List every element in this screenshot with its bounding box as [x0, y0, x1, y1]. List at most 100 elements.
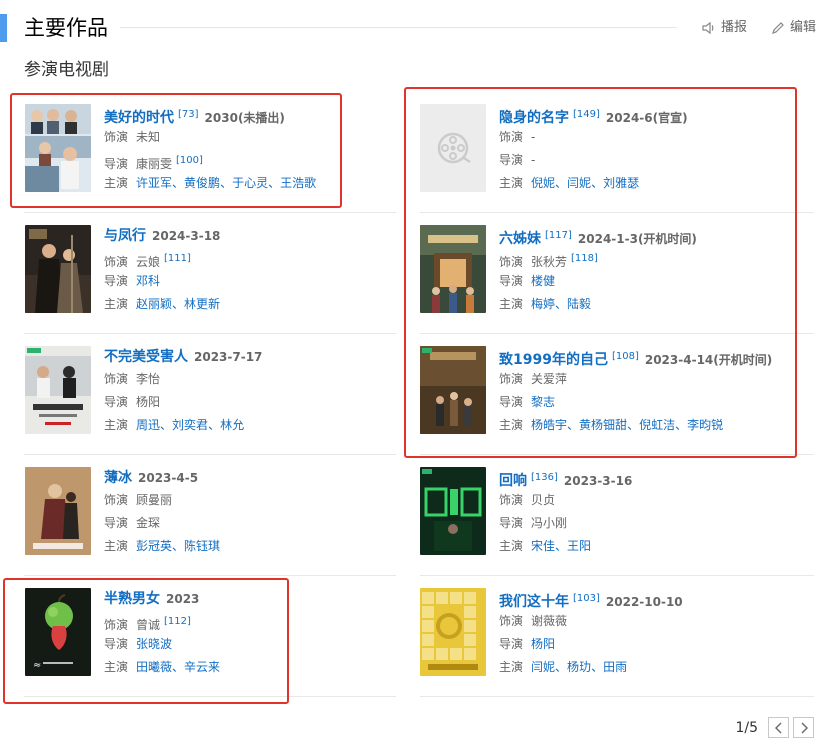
citation-link[interactable]: [111] [164, 253, 191, 264]
poster-image[interactable] [25, 467, 91, 555]
series-date: 2024-3-18 [152, 229, 221, 243]
edit-button[interactable]: 编辑 [770, 18, 816, 38]
director-label: 导演 [104, 274, 129, 288]
separator: 、 [172, 539, 185, 553]
highlight-box [10, 93, 342, 208]
series-date: 2023-4-5 [138, 471, 199, 485]
separator: 、 [208, 418, 221, 432]
next-page-button[interactable] [793, 717, 814, 738]
series-title-row: 与凤行 2024-3-18 [104, 225, 397, 247]
series-title-link[interactable]: 我们这十年 [499, 594, 569, 610]
separator: 、 [160, 418, 173, 432]
tv-series-item: 回响 [136] 2023-3-16 饰演 贝贞 导演 冯小刚 主演 宋佳、王阳 [420, 467, 814, 567]
actor-link[interactable]: 宋佳 [531, 539, 555, 553]
stars-row: 主演 宋佳、王阳 [499, 535, 814, 558]
divider [24, 454, 396, 455]
series-title-link[interactable]: 回响 [499, 473, 527, 489]
role-label: 饰演 [499, 614, 524, 628]
director-label: 导演 [104, 395, 129, 409]
series-title-row: 我们这十年 [103] 2022-10-10 [499, 588, 814, 610]
series-title-link[interactable]: 薄冰 [104, 470, 132, 486]
role-value: 顾曼丽 [136, 493, 173, 507]
series-info: 我们这十年 [103] 2022-10-10 饰演 谢薇薇 导演 杨阳 主演 闫妮、杨玏、田雨 [499, 588, 814, 679]
role-value: 谢薇薇 [531, 614, 568, 628]
citation-link[interactable]: [103] [573, 593, 600, 604]
role-label: 饰演 [104, 493, 129, 507]
actor-link[interactable]: 闫妮 [531, 660, 555, 674]
director-value: 金琛 [136, 516, 161, 530]
highlight-box [3, 578, 289, 704]
series-title-row: 薄冰 2023-4-5 [104, 467, 397, 489]
director-value: 杨阳 [136, 395, 161, 409]
director-label: 导演 [499, 637, 524, 651]
poster-image[interactable] [25, 346, 91, 434]
citation-link[interactable]: [136] [531, 472, 558, 483]
page-indicator: 1/5 [735, 719, 758, 736]
stars-row: 主演 周迅、刘奕君、林允 [104, 414, 397, 437]
series-title-link[interactable]: 与凤行 [104, 228, 146, 244]
prev-page-button[interactable] [768, 717, 789, 738]
director-value[interactable]: 杨阳 [531, 637, 555, 651]
stars-label: 主演 [499, 539, 524, 553]
stars-row: 主演 赵丽颖、林更新 [104, 293, 397, 316]
poster-image[interactable] [420, 467, 486, 555]
separator: 、 [555, 660, 568, 674]
separator: 、 [591, 660, 604, 674]
actor-link[interactable]: 林更新 [184, 297, 220, 311]
stars-row: 主演 彭冠英、陈钰琪 [104, 535, 397, 558]
actor-link[interactable]: 王阳 [567, 539, 591, 553]
actor-link[interactable]: 赵丽颖 [136, 297, 172, 311]
actor-link[interactable]: 田雨 [603, 660, 627, 674]
role-row: 饰演 顾曼丽 [104, 489, 397, 512]
series-info: 不完美受害人 2023-7-17 饰演 李怡 导演 杨阳主演 周迅、刘奕君、林允 [104, 346, 397, 437]
role-row: 饰演 谢薇薇 [499, 610, 814, 633]
stars-label: 主演 [104, 297, 129, 311]
actor-link[interactable]: 杨玏 [567, 660, 591, 674]
separator: 、 [555, 539, 568, 553]
poster-image[interactable] [25, 225, 91, 313]
section-header: 主要作品 播报 编辑 [0, 14, 822, 44]
highlight-box [404, 87, 797, 458]
actor-link[interactable]: 周迅 [136, 418, 160, 432]
actor-link[interactable]: 陈钰琪 [184, 539, 220, 553]
tv-series-item: 不完美受害人 2023-7-17 饰演 李怡 导演 杨阳主演 周迅、刘奕君、林允 [25, 346, 397, 446]
role-value: 李怡 [136, 372, 161, 386]
stars-row: 主演 闫妮、杨玏、田雨 [499, 656, 814, 679]
series-title-row: 回响 [136] 2023-3-16 [499, 467, 814, 489]
actor-link[interactable]: 彭冠英 [136, 539, 172, 553]
poster-image[interactable] [420, 588, 486, 676]
role-label: 饰演 [104, 372, 129, 386]
role-value: 贝贞 [531, 493, 556, 507]
role-row: 饰演 贝贞 [499, 489, 814, 512]
director-value: 冯小刚 [531, 516, 568, 530]
series-info: 与凤行 2024-3-18 饰演 云娘 [111] 导演 邓科 主演 赵丽颖、林更新 [104, 225, 397, 316]
broadcast-button[interactable]: 播报 [701, 18, 747, 38]
actor-link[interactable]: 刘奕君 [172, 418, 208, 432]
director-row: 导演 冯小刚 [499, 512, 814, 535]
series-date: 2023-7-17 [194, 350, 263, 364]
pencil-icon [772, 22, 784, 34]
director-label: 导演 [499, 516, 524, 530]
actor-link[interactable]: 林允 [220, 418, 244, 432]
divider [420, 575, 814, 576]
series-title-row: 不完美受害人 2023-7-17 [104, 346, 397, 368]
series-info: 薄冰 2023-4-5 饰演 顾曼丽 导演 金琛 主演 彭冠英、陈钰琪 [104, 467, 397, 558]
series-date: 2023-3-16 [563, 474, 633, 488]
edit-label: 编辑 [790, 20, 817, 35]
pagination: 1/5 [735, 717, 814, 738]
divider [24, 575, 396, 576]
separator: 、 [172, 297, 185, 311]
director-label: 导演 [104, 516, 129, 530]
series-title-link[interactable]: 不完美受害人 [104, 349, 188, 365]
director-row: 导演 杨阳 [499, 633, 814, 656]
page-title: 主要作品 [24, 16, 108, 40]
chevron-left-icon [774, 722, 781, 733]
director-row: 导演 邓科 [104, 270, 397, 293]
accent-bar [0, 14, 7, 42]
director-value[interactable]: 邓科 [136, 274, 160, 288]
series-date: 2022-10-10 [605, 595, 683, 609]
role-row: 饰演 云娘 [111] [104, 247, 397, 270]
speaker-icon [702, 21, 714, 35]
role-label: 饰演 [499, 493, 524, 507]
divider [24, 212, 396, 213]
